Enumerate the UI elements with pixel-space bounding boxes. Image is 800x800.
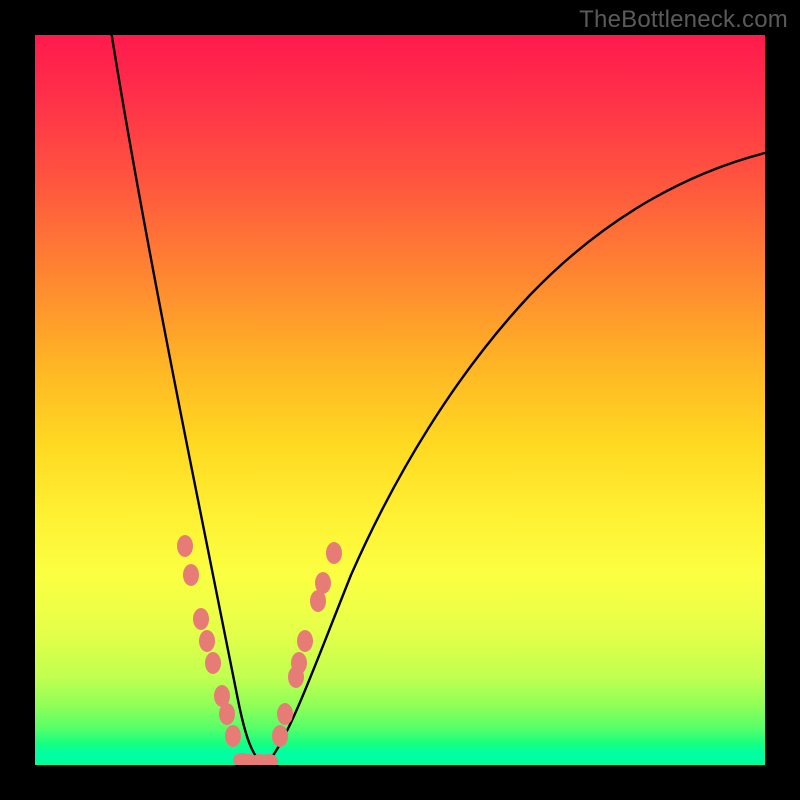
marker [326, 542, 342, 564]
attribution-text: TheBottleneck.com [579, 6, 788, 34]
marker [183, 564, 199, 586]
marker [199, 630, 215, 652]
curve-layer [35, 35, 765, 765]
right-arm-path [269, 150, 765, 761]
marker [177, 535, 193, 557]
marker-group [177, 535, 342, 765]
left-arm-path [107, 35, 263, 761]
marker [219, 703, 235, 725]
marker [277, 703, 293, 725]
marker [315, 572, 331, 594]
marker [225, 725, 241, 747]
marker [291, 652, 307, 674]
plot-area [35, 35, 765, 765]
chart-frame: TheBottleneck.com [0, 0, 800, 800]
marker [297, 630, 313, 652]
marker [272, 725, 288, 747]
marker [205, 652, 221, 674]
marker [193, 608, 209, 630]
